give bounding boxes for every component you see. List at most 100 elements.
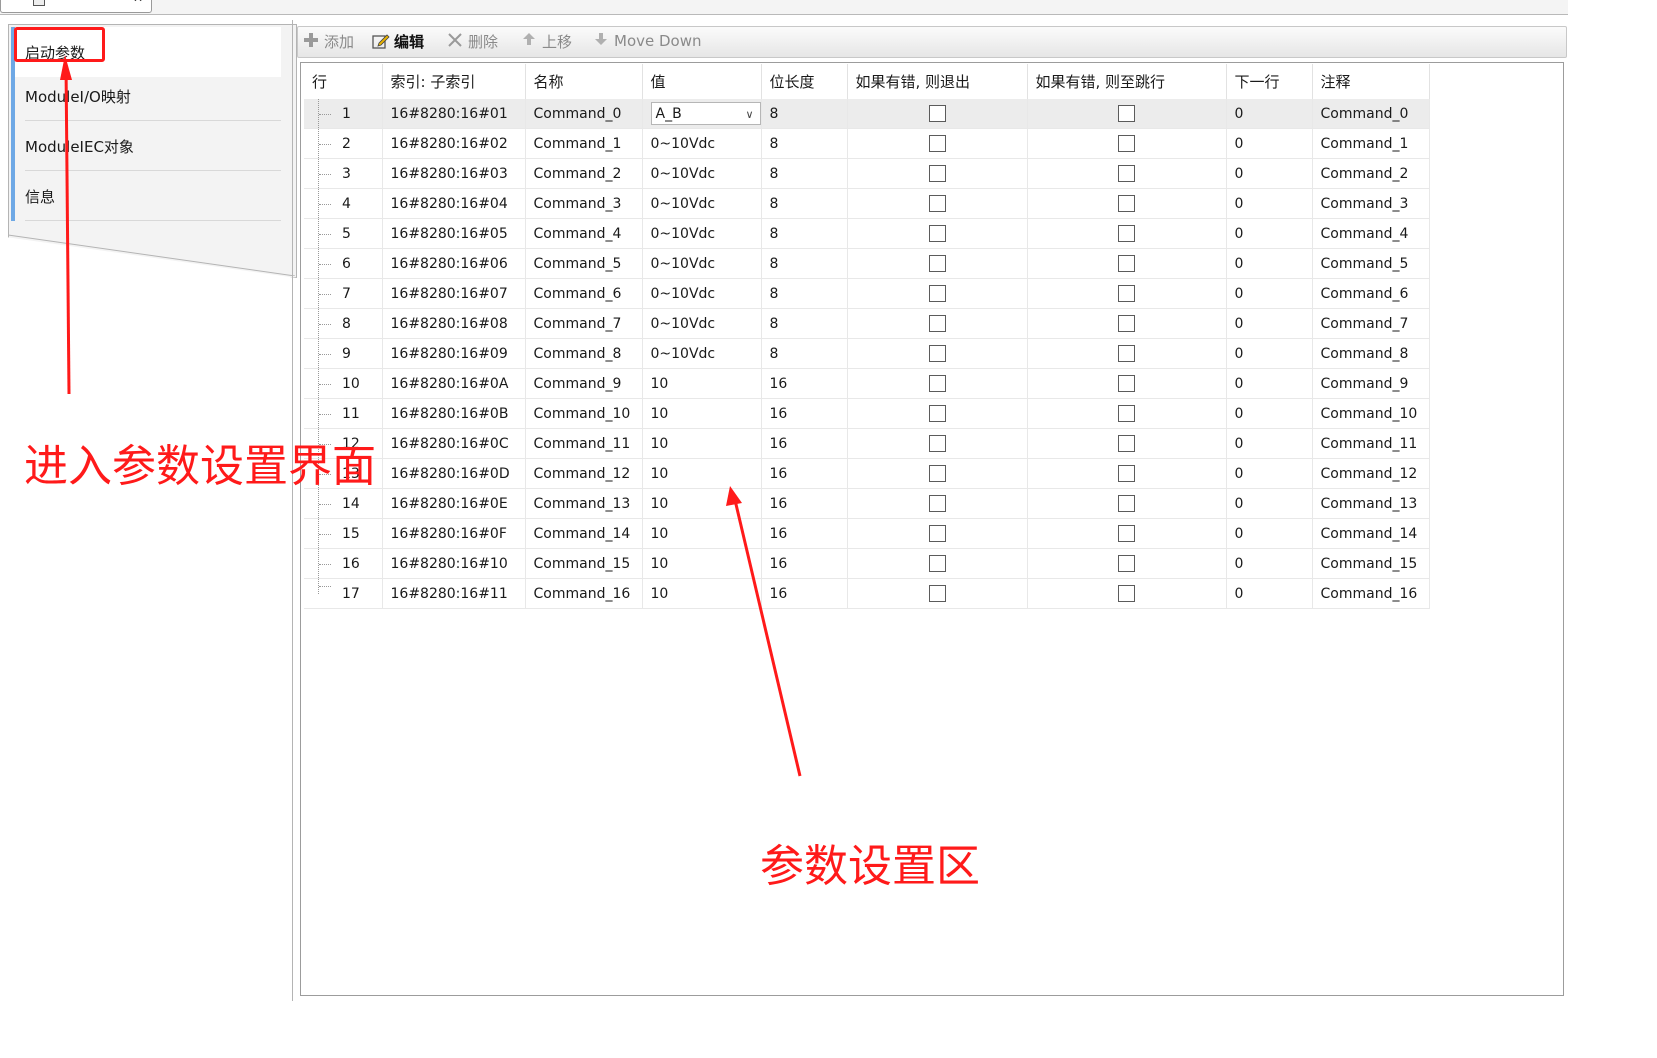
value-cell[interactable]: 10 <box>642 548 762 579</box>
table-row[interactable]: 15 16#8280:16#0F Command_14 10 16 0 Command_14 <box>304 518 1430 549</box>
next-line-cell[interactable]: 0 <box>1226 458 1313 489</box>
value-cell[interactable]: 10 <box>642 428 762 459</box>
name-cell[interactable]: Command_11 <box>525 428 643 459</box>
value-cell[interactable]: 0~10Vdc <box>642 128 762 159</box>
next-line-cell[interactable]: 0 <box>1226 128 1313 159</box>
bit-length-cell[interactable]: 8 <box>761 278 848 309</box>
index-cell[interactable]: 16#8280:16#07 <box>382 278 526 309</box>
table-row[interactable]: 12 16#8280:16#0C Command_11 10 16 0 Command_11 <box>304 428 1430 459</box>
value-cell[interactable]: 10 <box>642 578 762 609</box>
comment-cell[interactable]: Command_16 <box>1312 578 1430 609</box>
abort-on-error-checkbox[interactable] <box>928 435 946 452</box>
bit-length-cell[interactable]: 8 <box>761 99 848 129</box>
index-cell[interactable]: 16#8280:16#05 <box>382 218 526 249</box>
jump-on-error-checkbox[interactable] <box>1118 225 1135 242</box>
jump-on-error-checkbox[interactable] <box>1118 435 1135 452</box>
editor-tab[interactable]: ✕ <box>0 0 152 13</box>
index-cell[interactable]: 16#8280:16#0F <box>382 518 526 549</box>
index-cell[interactable]: 16#8280:16#0E <box>382 488 526 519</box>
delete-button[interactable]: 删除 <box>446 31 498 51</box>
column-header-abort-on-error[interactable]: 如果有错, 则退出 <box>847 64 1028 99</box>
bit-length-cell[interactable]: 16 <box>761 578 848 609</box>
value-cell[interactable]: 10 <box>642 518 762 549</box>
jump-on-error-checkbox[interactable] <box>1118 105 1135 122</box>
abort-on-error-checkbox[interactable] <box>928 315 946 332</box>
comment-cell[interactable]: Command_11 <box>1312 428 1430 459</box>
table-row[interactable]: 7 16#8280:16#07 Command_6 0~10Vdc 8 0 Command_… <box>304 278 1430 309</box>
name-cell[interactable]: Command_16 <box>525 578 643 609</box>
table-row[interactable]: 17 16#8280:16#11 Command_16 10 16 0 Command_16 <box>304 578 1430 609</box>
index-cell[interactable]: 16#8280:16#03 <box>382 158 526 189</box>
tab-module-iec-objects[interactable]: ModuleIEC对象 <box>11 121 281 171</box>
abort-on-error-checkbox[interactable] <box>928 495 946 512</box>
index-cell[interactable]: 16#8280:16#01 <box>382 99 526 129</box>
value-dropdown[interactable]: A_B ∨ <box>650 102 760 125</box>
next-line-cell[interactable]: 0 <box>1226 248 1313 279</box>
name-cell[interactable]: Command_12 <box>525 458 643 489</box>
value-cell[interactable]: 0~10Vdc <box>642 278 762 309</box>
jump-on-error-checkbox[interactable] <box>1118 165 1135 182</box>
comment-cell[interactable]: Command_4 <box>1312 218 1430 249</box>
next-line-cell[interactable]: 0 <box>1226 488 1313 519</box>
next-line-cell[interactable]: 0 <box>1226 188 1313 219</box>
abort-on-error-checkbox[interactable] <box>928 195 946 212</box>
table-row[interactable]: 16 16#8280:16#10 Command_15 10 16 0 Command_15 <box>304 548 1430 579</box>
comment-cell[interactable]: Command_12 <box>1312 458 1430 489</box>
next-line-cell[interactable]: 0 <box>1226 338 1313 369</box>
value-cell[interactable]: 0~10Vdc <box>642 158 762 189</box>
name-cell[interactable]: Command_3 <box>525 188 643 219</box>
index-cell[interactable]: 16#8280:16#0D <box>382 458 526 489</box>
abort-on-error-checkbox[interactable] <box>928 165 946 182</box>
table-row[interactable]: 5 16#8280:16#05 Command_4 0~10Vdc 8 0 Command_… <box>304 218 1430 249</box>
index-cell[interactable]: 16#8280:16#02 <box>382 128 526 159</box>
tab-module-io-mapping[interactable]: ModuleI/O映射 <box>11 71 281 121</box>
jump-on-error-checkbox[interactable] <box>1118 495 1135 512</box>
name-cell[interactable]: Command_5 <box>525 248 643 279</box>
table-row[interactable]: 11 16#8280:16#0B Command_10 10 16 0 Command_10 <box>304 398 1430 429</box>
name-cell[interactable]: Command_4 <box>525 218 643 249</box>
name-cell[interactable]: Command_14 <box>525 518 643 549</box>
column-header-name[interactable]: 名称 <box>525 64 643 99</box>
comment-cell[interactable]: Command_14 <box>1312 518 1430 549</box>
jump-on-error-checkbox[interactable] <box>1118 255 1135 272</box>
bit-length-cell[interactable]: 16 <box>761 488 848 519</box>
jump-on-error-checkbox[interactable] <box>1118 585 1135 602</box>
index-cell[interactable]: 16#8280:16#06 <box>382 248 526 279</box>
index-cell[interactable]: 16#8280:16#08 <box>382 308 526 339</box>
abort-on-error-checkbox[interactable] <box>928 585 946 602</box>
jump-on-error-checkbox[interactable] <box>1118 135 1135 152</box>
comment-cell[interactable]: Command_0 <box>1312 99 1430 129</box>
jump-on-error-checkbox[interactable] <box>1118 555 1135 572</box>
abort-on-error-checkbox[interactable] <box>928 345 946 362</box>
bit-length-cell[interactable]: 16 <box>761 518 848 549</box>
name-cell[interactable]: Command_6 <box>525 278 643 309</box>
column-header-bit-length[interactable]: 位长度 <box>761 64 848 99</box>
value-cell[interactable]: 10 <box>642 458 762 489</box>
comment-cell[interactable]: Command_3 <box>1312 188 1430 219</box>
comment-cell[interactable]: Command_8 <box>1312 338 1430 369</box>
bit-length-cell[interactable]: 16 <box>761 368 848 399</box>
jump-on-error-checkbox[interactable] <box>1118 285 1135 302</box>
value-cell[interactable]: 10 <box>642 398 762 429</box>
next-line-cell[interactable]: 0 <box>1226 518 1313 549</box>
index-cell[interactable]: 16#8280:16#10 <box>382 548 526 579</box>
move-down-button[interactable]: Move Down <box>592 31 702 51</box>
column-header-comment[interactable]: 注释 <box>1312 64 1430 99</box>
next-line-cell[interactable]: 0 <box>1226 308 1313 339</box>
comment-cell[interactable]: Command_10 <box>1312 398 1430 429</box>
name-cell[interactable]: Command_10 <box>525 398 643 429</box>
bit-length-cell[interactable]: 8 <box>761 338 848 369</box>
next-line-cell[interactable]: 0 <box>1226 218 1313 249</box>
move-up-button[interactable]: 上移 <box>520 31 572 51</box>
bit-length-cell[interactable]: 8 <box>761 308 848 339</box>
comment-cell[interactable]: Command_5 <box>1312 248 1430 279</box>
jump-on-error-checkbox[interactable] <box>1118 195 1135 212</box>
name-cell[interactable]: Command_7 <box>525 308 643 339</box>
comment-cell[interactable]: Command_1 <box>1312 128 1430 159</box>
name-cell[interactable]: Command_13 <box>525 488 643 519</box>
abort-on-error-checkbox[interactable] <box>928 135 946 152</box>
abort-on-error-checkbox[interactable] <box>928 105 946 122</box>
jump-on-error-checkbox[interactable] <box>1118 345 1135 362</box>
value-cell[interactable]: 10 <box>642 368 762 399</box>
index-cell[interactable]: 16#8280:16#0A <box>382 368 526 399</box>
